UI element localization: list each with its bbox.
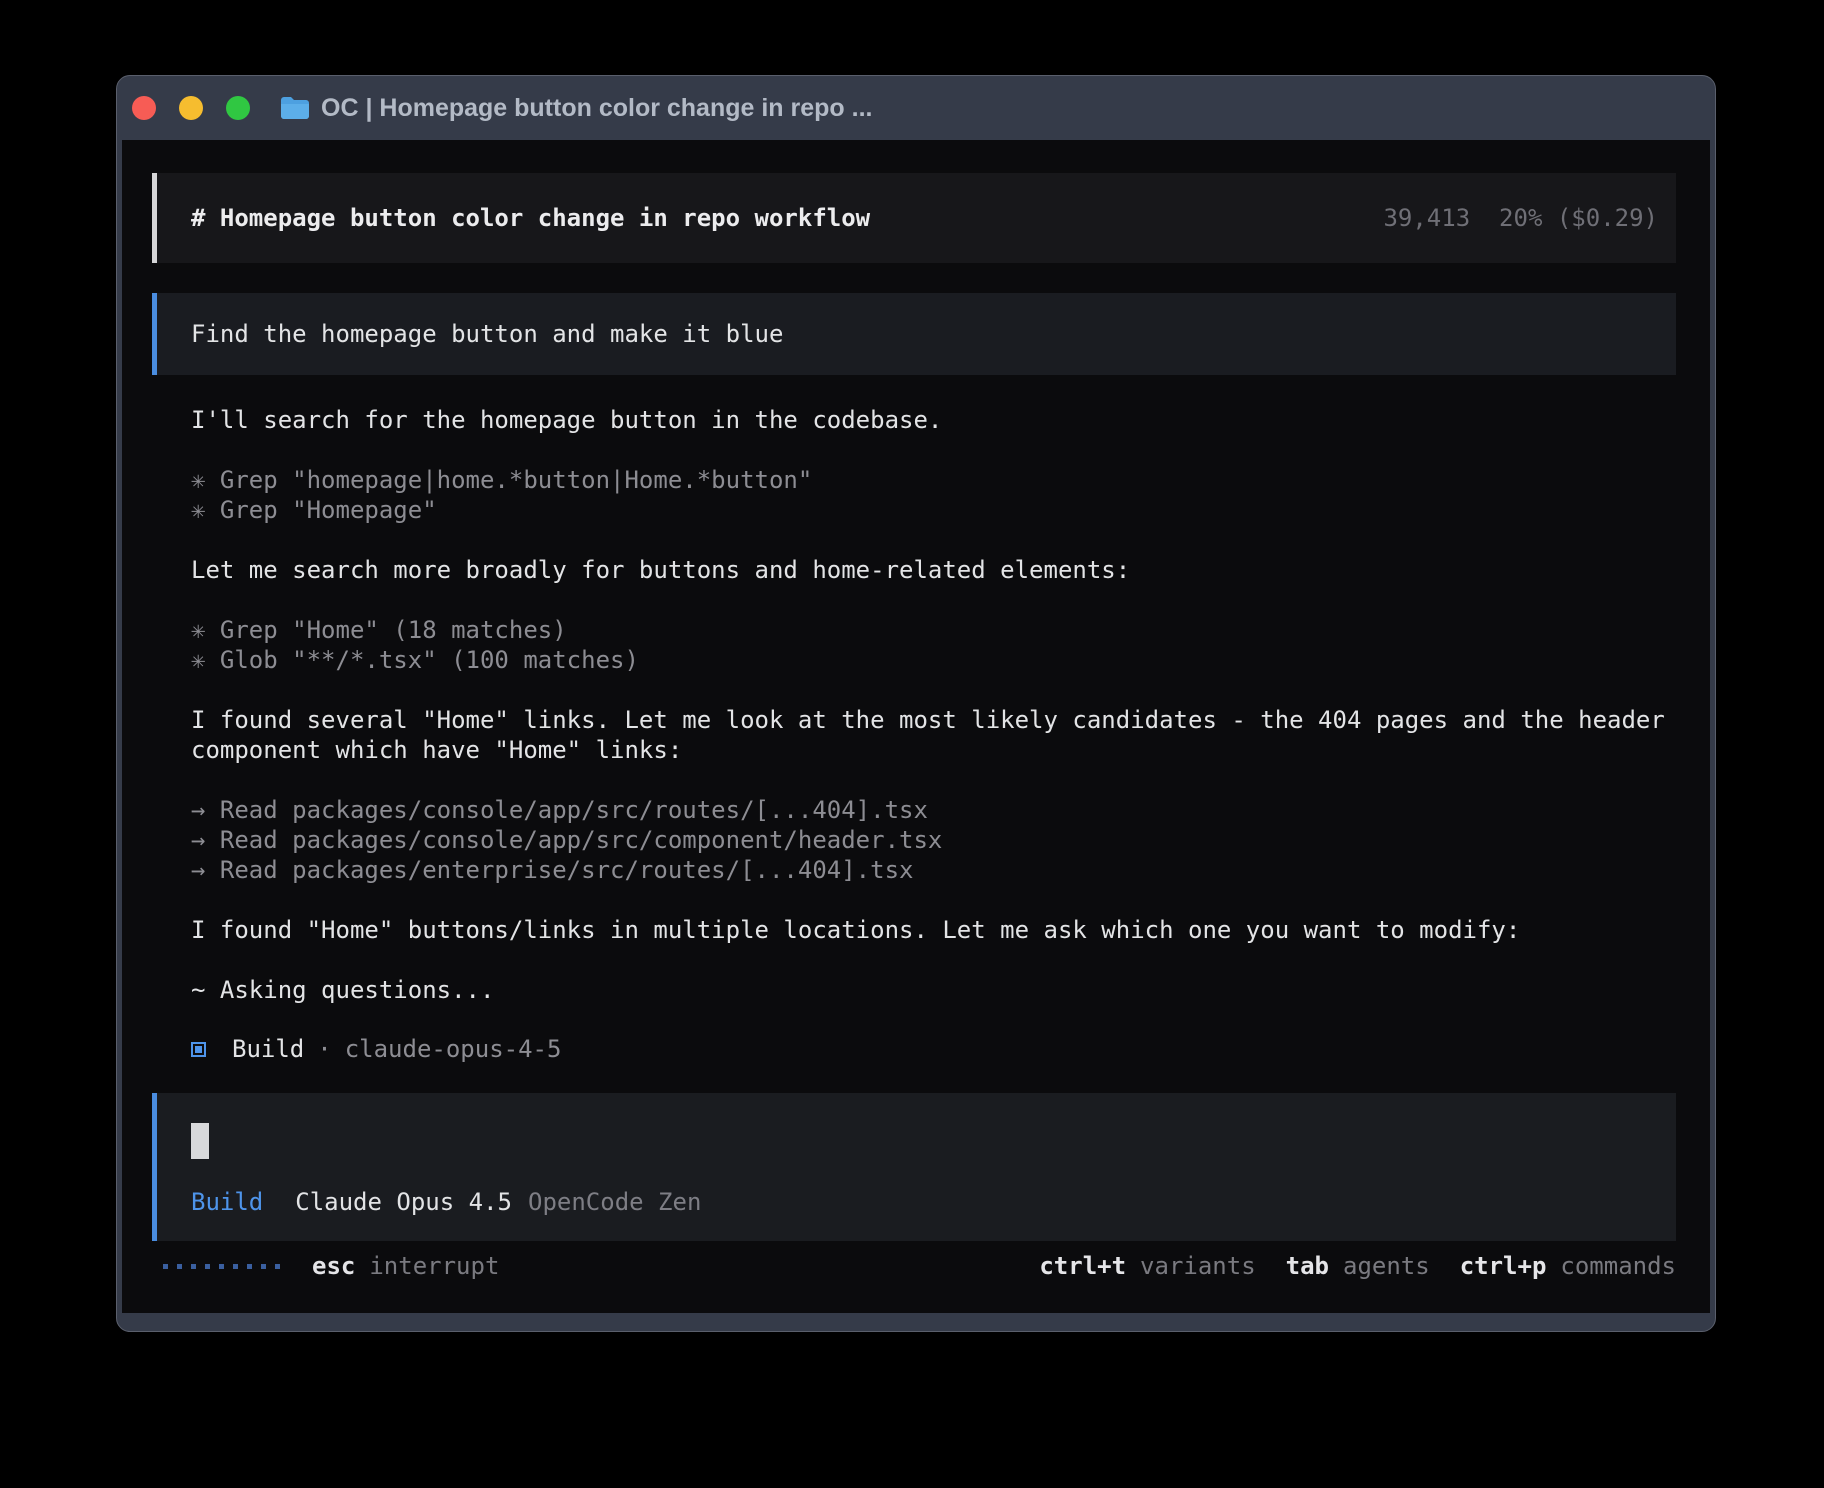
assistant-text: Let me search more broadly for buttons a… — [152, 555, 1676, 585]
prompt-input[interactable]: Build Claude Opus 4.5 OpenCode Zen — [152, 1093, 1676, 1241]
user-message-text: Find the homepage button and make it blu… — [191, 320, 783, 348]
session-stats: 39,413 20% ($0.29) — [1383, 204, 1658, 232]
terminal-content: # Homepage button color change in repo w… — [122, 140, 1710, 1313]
agent-icon — [191, 1042, 206, 1057]
assistant-text: I found several "Home" links. Let me loo… — [152, 705, 1676, 765]
window-bottom-edge — [117, 1313, 1715, 1331]
close-button[interactable] — [132, 96, 156, 120]
titlebar[interactable]: OC | Homepage button color change in rep… — [117, 76, 1715, 140]
prompt-provider: OpenCode Zen — [528, 1187, 701, 1217]
assistant-text: I found "Home" buttons/links in multiple… — [152, 915, 1676, 945]
tool-call-group: ✳ Grep "homepage|home.*button|Home.*butt… — [152, 465, 1676, 525]
folder-icon — [280, 96, 310, 120]
assistant-status-text: ~ Asking questions... — [152, 975, 1676, 1005]
prompt-meta: Build Claude Opus 4.5 OpenCode Zen — [191, 1187, 1676, 1217]
terminal-window: OC | Homepage button color change in rep… — [116, 75, 1716, 1332]
tool-call-line: ✳ Glob "**/*.tsx" (100 matches) — [191, 645, 1676, 675]
session-header: # Homepage button color change in repo w… — [152, 173, 1676, 263]
tool-call-line: ✳ Grep "Home" (18 matches) — [191, 615, 1676, 645]
session-title: # Homepage button color change in repo w… — [191, 204, 870, 232]
user-message: Find the homepage button and make it blu… — [152, 293, 1676, 375]
progress-dots-icon — [163, 1264, 280, 1269]
agent-model: claude-opus-4-5 — [345, 1035, 562, 1063]
esc-key-hint: esc — [312, 1252, 355, 1280]
zoom-button[interactable] — [226, 96, 250, 120]
tool-call-group: ✳ Grep "Home" (18 matches) ✳ Glob "**/*.… — [152, 615, 1676, 675]
tool-call-line: → Read packages/console/app/src/routes/[… — [191, 795, 1676, 825]
hint-commands: ctrl+p commands — [1460, 1252, 1676, 1280]
prompt-mode: Build — [191, 1187, 263, 1217]
minimize-button[interactable] — [179, 96, 203, 120]
tool-call-line: ✳ Grep "homepage|home.*button|Home.*butt… — [191, 465, 1676, 495]
agent-task-line: Build · claude-opus-4-5 — [152, 1035, 1676, 1063]
agent-name: Build — [232, 1035, 304, 1063]
shortcut-hints: ctrl+t variants tab agents ctrl+p comman… — [1039, 1252, 1676, 1280]
window-title: OC | Homepage button color change in rep… — [321, 94, 872, 123]
tool-call-line: → Read packages/console/app/src/componen… — [191, 825, 1676, 855]
prompt-model: Claude Opus 4.5 — [295, 1187, 512, 1217]
tool-call-line: ✳ Grep "Homepage" — [191, 495, 1676, 525]
assistant-text: I'll search for the homepage button in t… — [152, 405, 1676, 435]
tool-call-line: → Read packages/enterprise/src/routes/[.… — [191, 855, 1676, 885]
hint-variants: ctrl+t variants — [1039, 1252, 1255, 1280]
text-cursor — [191, 1123, 209, 1159]
hint-agents: tab agents — [1286, 1252, 1430, 1280]
tool-call-group: → Read packages/console/app/src/routes/[… — [152, 795, 1676, 885]
esc-key-label: interrupt — [369, 1252, 499, 1280]
agent-separator: · — [317, 1035, 331, 1063]
status-bar: esc interrupt ctrl+t variants tab agents… — [152, 1251, 1676, 1281]
